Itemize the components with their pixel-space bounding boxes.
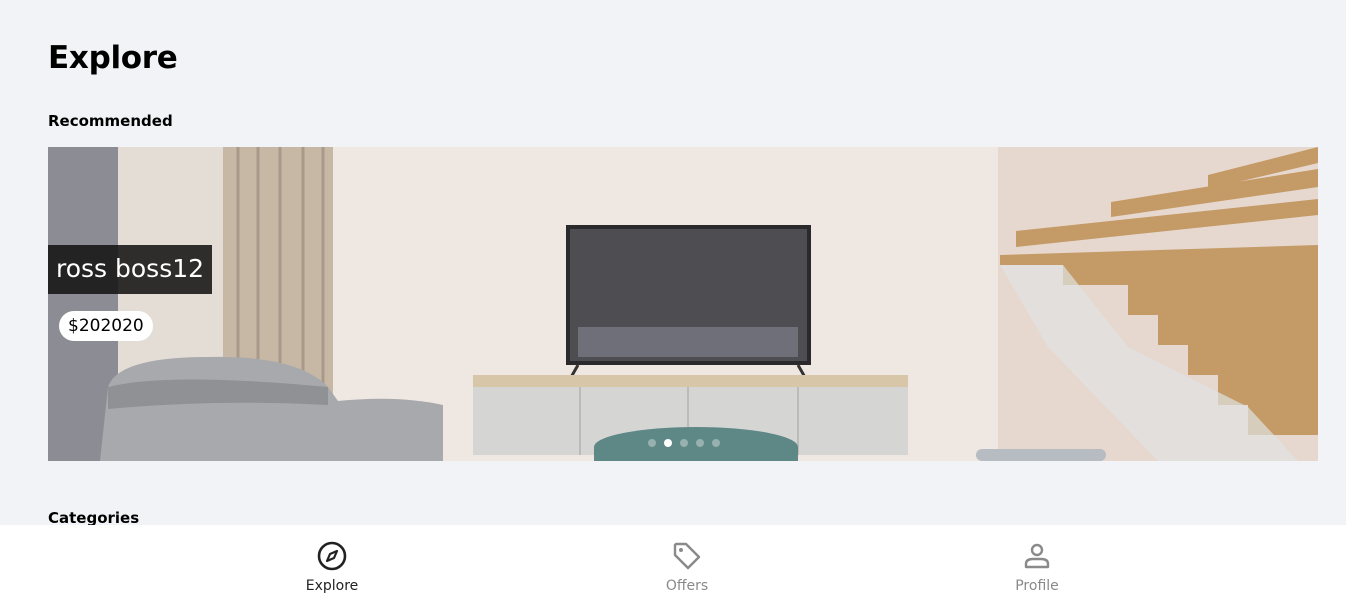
carousel-dot[interactable] bbox=[680, 439, 688, 447]
carousel-dot[interactable] bbox=[648, 439, 656, 447]
person-icon bbox=[1024, 543, 1050, 569]
tab-offers[interactable]: Offers bbox=[627, 525, 747, 602]
tab-profile[interactable]: Profile bbox=[977, 525, 1097, 602]
price-badge: $202020 bbox=[59, 311, 153, 341]
explore-screen: Explore Recommended ross boss12 $202020 … bbox=[0, 0, 1346, 602]
carousel-dot[interactable] bbox=[696, 439, 704, 447]
tab-label: Explore bbox=[305, 578, 359, 594]
recommended-heading: Recommended bbox=[48, 112, 173, 130]
carousel-pagination bbox=[648, 439, 720, 447]
listing-photo bbox=[48, 147, 1318, 461]
page-title: Explore bbox=[48, 40, 178, 76]
carousel-dot-active[interactable] bbox=[664, 439, 672, 447]
listing-title: ross boss12 bbox=[48, 245, 213, 294]
tag-icon bbox=[673, 542, 701, 570]
tab-explore[interactable]: Explore bbox=[272, 525, 392, 602]
tab-label: Profile bbox=[1015, 578, 1059, 594]
carousel-dot[interactable] bbox=[712, 439, 720, 447]
bottom-tab-bar: Explore Offers Profile bbox=[0, 525, 1346, 602]
tab-label: Offers bbox=[665, 578, 709, 594]
recommended-carousel[interactable]: ross boss12 $202020 bbox=[48, 147, 1318, 461]
compass-icon bbox=[317, 541, 347, 571]
